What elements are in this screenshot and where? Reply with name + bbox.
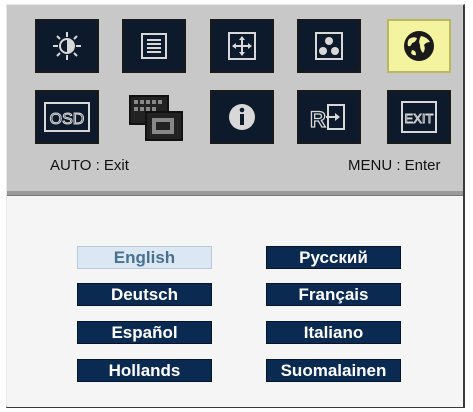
information-icon[interactable] bbox=[210, 90, 274, 144]
osd-icon[interactable]: OSD bbox=[35, 90, 99, 144]
osd-window: OSD R EXIT AUTO: Exit MENU: Enter Engl… bbox=[6, 4, 465, 408]
menu-icon-panel: OSD R EXIT AUTO: Exit MENU: Enter bbox=[7, 5, 463, 191]
svg-text:R: R bbox=[310, 107, 326, 132]
auto-hint: AUTO : Exit bbox=[50, 157, 129, 174]
reset-icon[interactable]: R bbox=[297, 90, 361, 144]
language-suomalainen-button[interactable]: Suomalainen bbox=[266, 359, 401, 382]
osd-label: OSD bbox=[50, 111, 85, 128]
language-hollands-button[interactable]: Hollands bbox=[77, 359, 212, 382]
position-icon[interactable] bbox=[210, 19, 274, 73]
language-globe-icon[interactable] bbox=[387, 19, 451, 73]
color-icon[interactable] bbox=[297, 19, 361, 73]
exit-icon[interactable]: EXIT bbox=[387, 90, 451, 144]
language-english-button[interactable]: English bbox=[77, 246, 212, 269]
language-panel: English Deutsch Español Hollands Русский… bbox=[7, 196, 463, 407]
language-deutsch-button[interactable]: Deutsch bbox=[77, 283, 212, 306]
language-espanol-button[interactable]: Español bbox=[77, 321, 212, 344]
language-russian-button[interactable]: Русский bbox=[266, 246, 401, 269]
language-italiano-button[interactable]: Italiano bbox=[266, 321, 401, 344]
image-settings-icon[interactable] bbox=[122, 19, 186, 73]
brightness-icon[interactable] bbox=[35, 19, 99, 73]
input-source-icon[interactable] bbox=[122, 87, 190, 149]
exit-label: EXIT bbox=[405, 111, 434, 126]
menu-hint: MENU : Enter bbox=[348, 157, 441, 174]
language-francais-button[interactable]: Français bbox=[266, 283, 401, 306]
